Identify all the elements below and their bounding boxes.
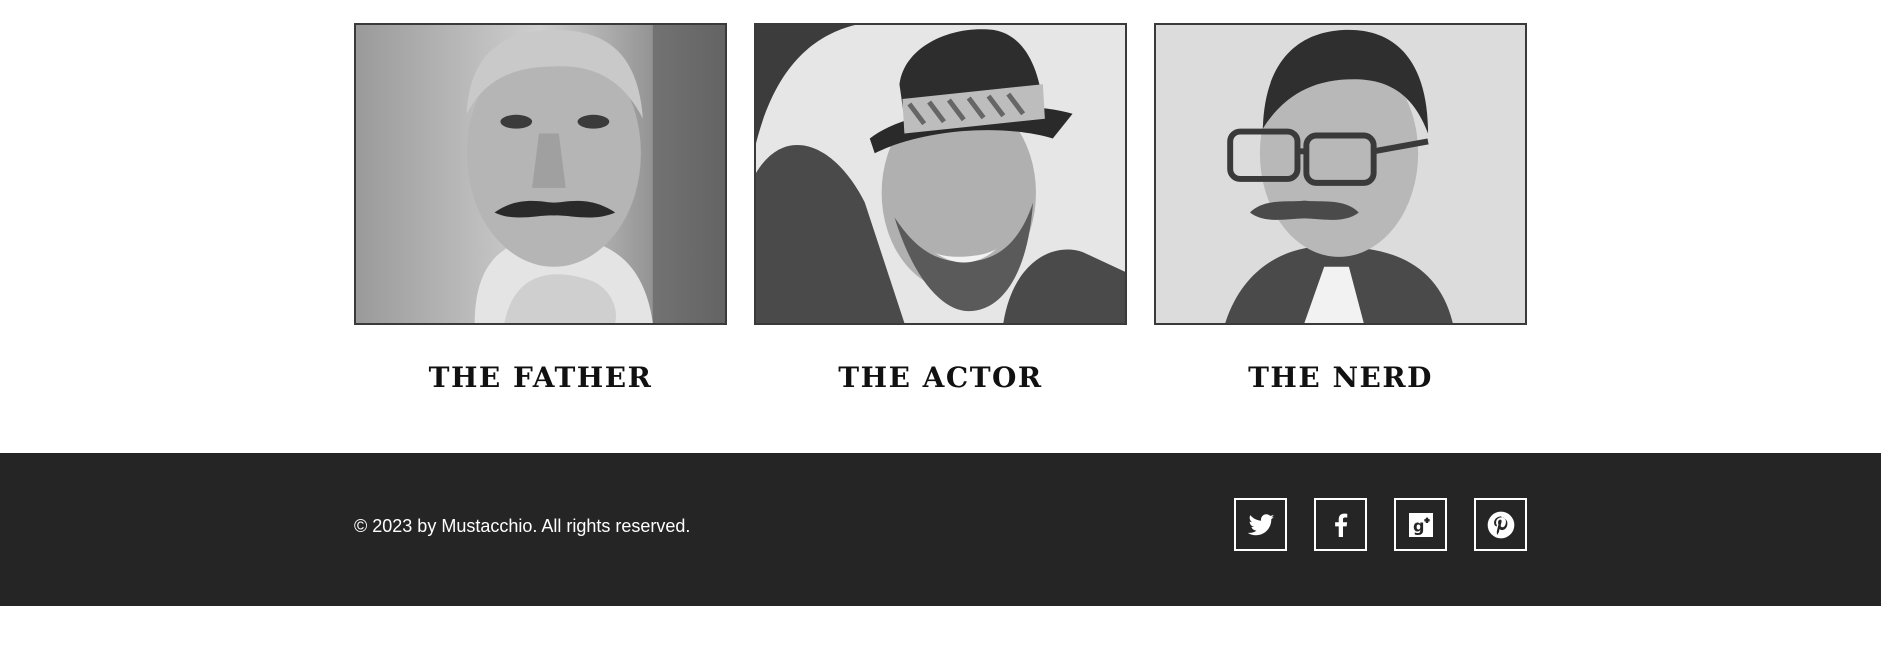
portrait-image-nerd[interactable] bbox=[1154, 23, 1527, 325]
gallery-card-father[interactable]: THE FATHER bbox=[354, 23, 727, 394]
twitter-link[interactable] bbox=[1234, 498, 1287, 551]
gallery-caption: THE ACTOR bbox=[838, 361, 1043, 394]
copyright-text: © 2023 by Mustacchio. All rights reserve… bbox=[354, 516, 691, 536]
gallery-card-actor[interactable]: THE ACTOR bbox=[754, 23, 1127, 394]
svg-text:g: g bbox=[1413, 516, 1424, 535]
google-plus-link[interactable]: g bbox=[1394, 498, 1447, 551]
twitter-icon bbox=[1247, 513, 1274, 535]
google-plus-icon: g bbox=[1408, 512, 1433, 537]
portrait-man-with-glasses-icon bbox=[1156, 25, 1525, 323]
pinterest-icon bbox=[1487, 511, 1514, 538]
gallery-card-nerd[interactable]: THE NERD bbox=[1154, 23, 1527, 394]
portrait-image-father[interactable] bbox=[354, 23, 727, 325]
facebook-link[interactable] bbox=[1314, 498, 1367, 551]
pinterest-link[interactable] bbox=[1474, 498, 1527, 551]
portrait-image-actor[interactable] bbox=[754, 23, 1127, 325]
portrait-man-in-fedora-icon bbox=[756, 25, 1125, 323]
gallery: THE FATHER THE ACTOR THE NERD bbox=[0, 0, 1881, 453]
facebook-icon bbox=[1334, 513, 1347, 537]
footer: © 2023 by Mustacchio. All rights reserve… bbox=[0, 453, 1881, 606]
gallery-caption: THE NERD bbox=[1248, 361, 1433, 394]
gallery-caption: THE FATHER bbox=[428, 361, 653, 394]
portrait-older-man-icon bbox=[356, 25, 725, 323]
